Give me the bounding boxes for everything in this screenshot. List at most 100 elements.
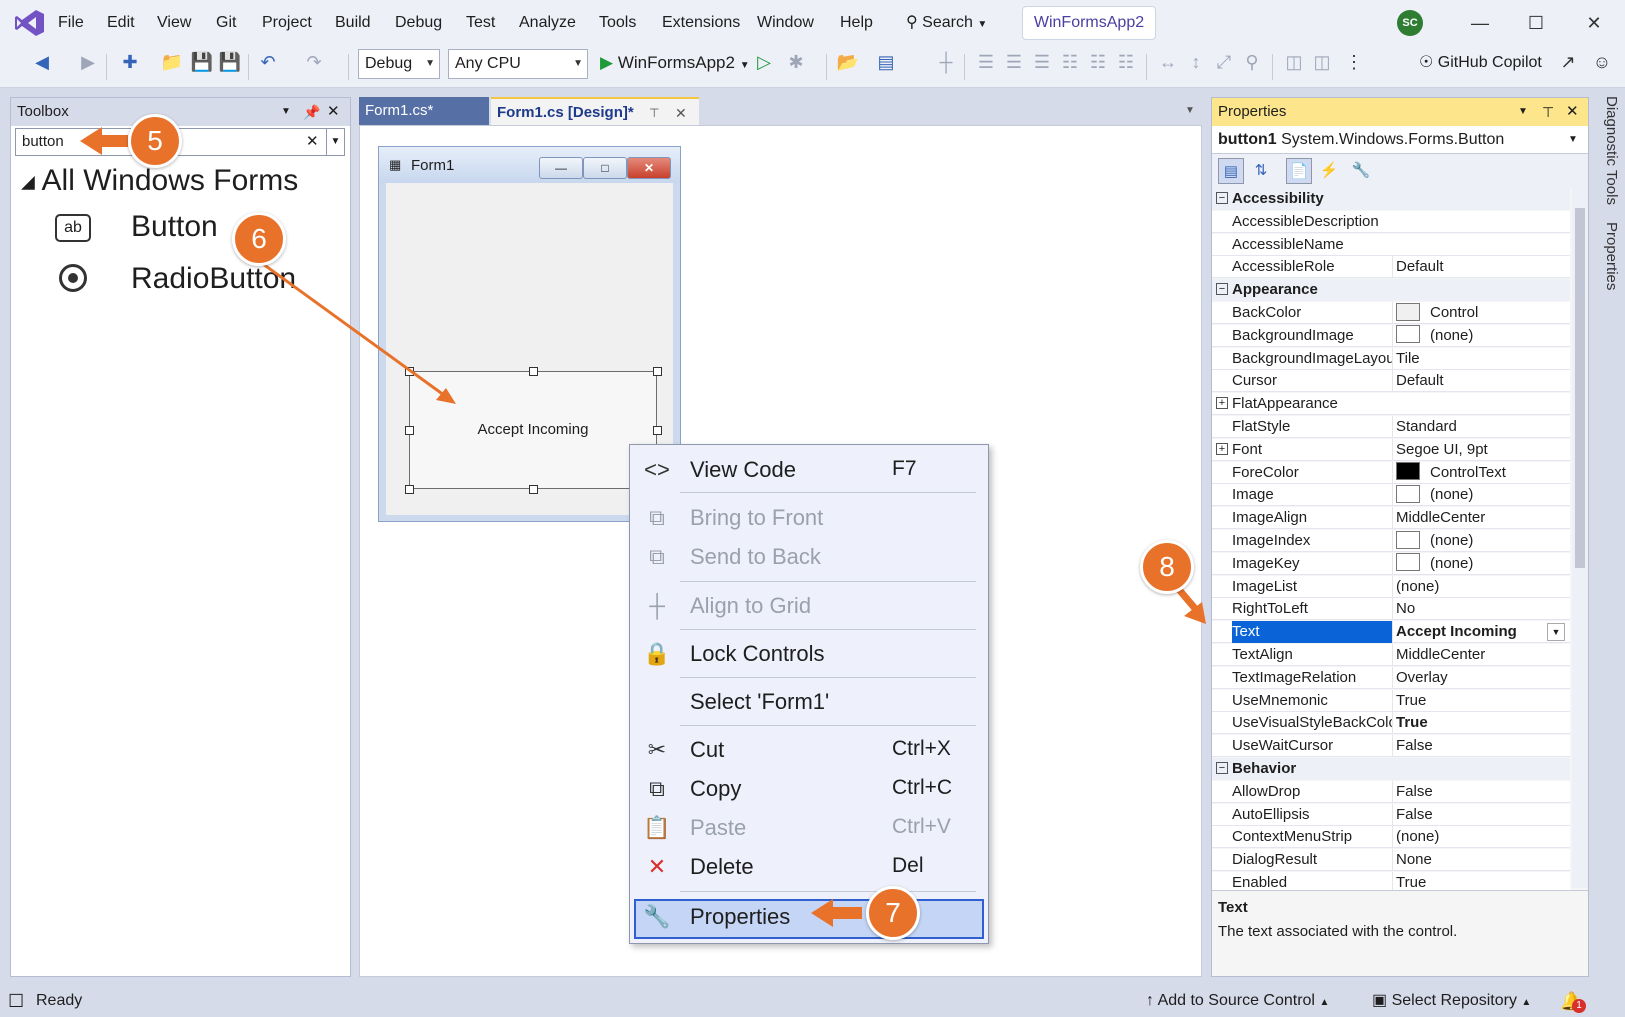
menu-item-analyze[interactable]: Analyze xyxy=(519,14,576,32)
side-tab-diagnostic-tools[interactable]: Diagnostic Tools xyxy=(1592,96,1620,205)
resize-handle[interactable] xyxy=(529,485,538,494)
property-row-righttoleft[interactable]: RightToLeft No xyxy=(1212,598,1570,621)
menu-item-paste[interactable]: Paste xyxy=(690,815,746,841)
menu-item-build[interactable]: Build xyxy=(335,14,371,32)
property-row-usevisualstylebackcolor[interactable]: UseVisualStyleBackColor True xyxy=(1212,712,1570,735)
chevron-down-icon[interactable]: ▼ xyxy=(281,98,291,126)
property-row-usemnemonic[interactable]: UseMnemonic True xyxy=(1212,689,1570,712)
save-all-icon[interactable]: 💾 xyxy=(218,52,242,73)
property-value[interactable]: Default xyxy=(1392,370,1570,393)
menu-item-window[interactable]: Window xyxy=(757,14,814,32)
menu-item-file[interactable]: File xyxy=(58,14,84,32)
properties-object-selector[interactable]: button1 System.Windows.Forms.Button ▼ xyxy=(1212,126,1588,154)
avatar[interactable]: SC xyxy=(1397,10,1423,36)
events-icon[interactable]: ⚡ xyxy=(1316,158,1342,184)
property-row-flatstyle[interactable]: FlatStyle Standard xyxy=(1212,416,1570,438)
property-category-appearance[interactable]: − Appearance xyxy=(1212,279,1570,302)
zoom-icon[interactable]: ⚲ xyxy=(1240,52,1264,73)
tab-form1-code[interactable]: Form1.cs* xyxy=(359,97,489,125)
resize-handle[interactable] xyxy=(653,426,662,435)
property-row-dialogresult[interactable]: DialogResult None xyxy=(1212,849,1570,872)
property-row-backgroundimage[interactable]: BackgroundImage (none) xyxy=(1212,324,1570,347)
maximize-button[interactable]: ☐ xyxy=(1516,8,1556,38)
properties-scrollbar[interactable] xyxy=(1572,188,1588,888)
toolbox-group[interactable]: ◢ All Windows Forms xyxy=(21,164,298,198)
toolbar-overflow-icon[interactable]: ⋮ xyxy=(1342,52,1366,73)
side-tab-properties[interactable]: Properties xyxy=(1592,222,1620,290)
align-top-icon[interactable]: ☷ xyxy=(1058,52,1082,73)
close-window-button[interactable]: ✕ xyxy=(1574,8,1614,38)
start-without-debugging-icon[interactable]: ▷ xyxy=(752,52,776,73)
property-row-imageindex[interactable]: ImageIndex (none) xyxy=(1212,530,1570,552)
align-middle-icon[interactable]: ☷ xyxy=(1086,52,1110,73)
menu-item-test[interactable]: Test xyxy=(466,14,495,32)
pin-icon[interactable]: 📌 xyxy=(303,98,320,126)
menu-item-edit[interactable]: Edit xyxy=(107,14,135,32)
menu-item-copy[interactable]: Copy xyxy=(690,776,741,802)
redo-icon[interactable]: ↷ xyxy=(302,52,326,73)
property-value[interactable]: Tile xyxy=(1392,347,1570,370)
forward-icon[interactable]: ▶ xyxy=(76,52,100,73)
hot-reload-icon[interactable]: ✱ xyxy=(784,52,808,73)
add-to-source-control-button[interactable]: ↑ Add to Source Control ▲ xyxy=(1146,985,1329,1017)
close-icon[interactable]: ✕ xyxy=(327,98,340,126)
property-row-usewaitcursor[interactable]: UseWaitCursor False xyxy=(1212,735,1570,758)
property-row-flatappearance[interactable]: + FlatAppearance xyxy=(1212,393,1570,416)
select-repository-button[interactable]: ▣ Select Repository ▲ xyxy=(1372,985,1531,1017)
property-row-imagealign[interactable]: ImageAlign MiddleCenter xyxy=(1212,507,1570,530)
property-row-textalign[interactable]: TextAlign MiddleCenter xyxy=(1212,644,1570,666)
menu-item-git[interactable]: Git xyxy=(216,14,236,32)
same-width-icon[interactable]: ↔ xyxy=(1156,52,1180,73)
feedback-icon[interactable]: ☺ xyxy=(1590,52,1614,73)
expand-icon[interactable]: + xyxy=(1216,397,1228,410)
property-row-imagekey[interactable]: ImageKey (none) xyxy=(1212,552,1570,575)
align-grid-icon[interactable]: ┼ xyxy=(934,52,958,73)
chevron-down-icon[interactable]: ▼ xyxy=(1518,98,1528,126)
menu-item-select-form1[interactable]: Select 'Form1' xyxy=(690,689,829,715)
property-value[interactable]: Default xyxy=(1392,256,1570,279)
tab-form1-design[interactable]: Form1.cs [Design]* ⊤ ✕ xyxy=(491,97,699,125)
share-icon[interactable]: ↗ xyxy=(1556,52,1580,73)
solution-explorer-icon[interactable]: 📂 xyxy=(836,52,860,73)
same-height-icon[interactable]: ↕ xyxy=(1184,52,1208,73)
align-center-icon[interactable]: ☰ xyxy=(1002,52,1026,73)
property-row-allowdrop[interactable]: AllowDrop False xyxy=(1212,780,1570,803)
platform-dropdown[interactable]: Any CPU ▼ xyxy=(448,49,588,79)
property-value[interactable]: Control xyxy=(1392,302,1570,324)
properties-view-icon[interactable]: 📄 xyxy=(1286,158,1312,184)
property-row-autoellipsis[interactable]: AutoEllipsis False xyxy=(1212,803,1570,826)
property-category-behavior[interactable]: − Behavior xyxy=(1212,758,1570,780)
toolbox-item-button[interactable]: Button xyxy=(131,210,218,244)
menu-item-project[interactable]: Project xyxy=(262,14,312,32)
property-row-backgroundimagelayout[interactable]: BackgroundImageLayout Tile xyxy=(1212,347,1570,370)
chevron-down-icon[interactable]: ▼ xyxy=(1547,623,1565,642)
resize-handle[interactable] xyxy=(405,426,414,435)
resize-handle[interactable] xyxy=(529,367,538,376)
property-pages-icon[interactable]: 🔧 xyxy=(1348,158,1374,184)
menu-item-extensions[interactable]: Extensions xyxy=(662,14,740,32)
menu-item-debug[interactable]: Debug xyxy=(395,14,442,32)
pin-icon[interactable]: ⊤ xyxy=(649,99,659,127)
property-row-accessiblename[interactable]: AccessibleName xyxy=(1212,233,1570,256)
collapse-icon[interactable]: − xyxy=(1216,762,1228,774)
property-value[interactable]: Standard xyxy=(1392,416,1570,438)
menu-item-view-code[interactable]: View Code xyxy=(690,457,796,483)
chevron-down-icon[interactable]: ▼ xyxy=(1185,97,1195,125)
accept-incoming-button[interactable]: Accept Incoming xyxy=(409,371,657,489)
property-value[interactable]: (none) xyxy=(1392,530,1570,552)
menu-item-send-to-back[interactable]: Send to Back xyxy=(690,544,821,570)
property-row-accessibledescription[interactable]: AccessibleDescription xyxy=(1212,210,1570,233)
align-right-icon[interactable]: ☰ xyxy=(1030,52,1054,73)
pin-icon[interactable]: ⊤ xyxy=(1542,98,1554,126)
collapse-icon[interactable]: − xyxy=(1216,192,1228,204)
property-row-cursor[interactable]: Cursor Default xyxy=(1212,370,1570,393)
property-value[interactable]: False xyxy=(1392,780,1570,803)
spacing-horizontal-icon[interactable]: ◫ xyxy=(1282,52,1306,73)
run-button[interactable]: ▶ WinFormsApp2 ▼ xyxy=(600,50,750,79)
chevron-down-icon[interactable]: ▼ xyxy=(327,128,345,156)
search-box[interactable]: ⚲ Search ▼ xyxy=(906,12,987,32)
menu-item-view[interactable]: View xyxy=(157,14,191,32)
property-value[interactable]: (none) xyxy=(1392,484,1570,507)
property-value[interactable]: No xyxy=(1392,598,1570,621)
property-value[interactable]: ControlText xyxy=(1392,461,1570,484)
